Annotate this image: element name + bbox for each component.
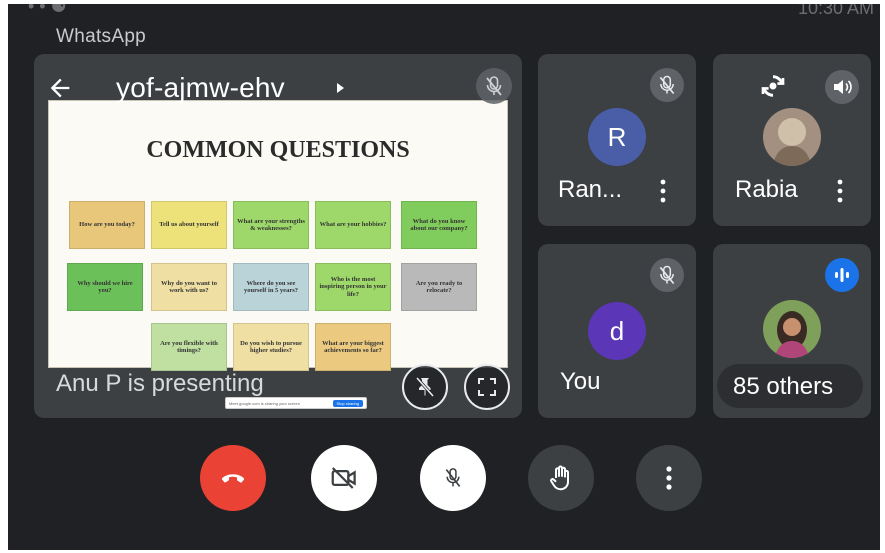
mic-off-icon [486, 76, 502, 96]
hang-up-icon [221, 474, 245, 483]
switch-camera-icon[interactable] [757, 70, 789, 102]
camera-off-icon [331, 467, 356, 489]
question-card: Do you wish to pursue higher studies? [233, 323, 309, 371]
participant-muted-indicator [650, 68, 684, 102]
question-card: Tell us about yourself [151, 201, 227, 249]
app-label: WhatsApp [56, 26, 147, 47]
question-card: What are your biggest achievements so fa… [315, 323, 391, 371]
question-card: What are your strengths & weaknesses? [233, 201, 309, 249]
participant-tile[interactable]: R Ran... [538, 54, 696, 226]
profile-photo [763, 300, 821, 358]
camera-toggle-button[interactable] [311, 445, 377, 511]
hand-icon [550, 465, 569, 491]
end-call-button[interactable] [200, 445, 266, 511]
avatar-initial: R [607, 121, 627, 152]
slide-title: COMMON QUESTIONS [146, 137, 410, 163]
avatar: R [588, 108, 646, 166]
others-count-pill: 85 others [717, 364, 863, 408]
others-count: 85 others [733, 373, 834, 400]
question-card: What do you know about our company? [401, 201, 477, 249]
question-card: Why should we hire you? [67, 263, 143, 311]
screen-share-bar: Meet.google.com is sharing your screen S… [225, 397, 367, 409]
question-card: Why do you want to work with us? [151, 263, 227, 311]
meeting-code[interactable]: yof-ajmw-ehv [116, 72, 285, 104]
participant-name: Rabia [735, 176, 798, 203]
screen-share-text: Meet.google.com is sharing your screen [229, 400, 300, 406]
mic-off-icon [445, 468, 461, 487]
presentation-tile[interactable]: COMMON QUESTIONS How are you today? Tell … [34, 54, 522, 418]
stop-sharing-button: Stop sharing [332, 399, 363, 407]
self-muted-indicator [650, 258, 684, 292]
fullscreen-icon [478, 378, 496, 396]
more-options-button[interactable] [636, 445, 702, 511]
question-card: Where do you see yourself in 5 years? [233, 263, 309, 311]
question-card: What are your hobbies? [315, 201, 391, 249]
chevron-right-icon[interactable] [334, 80, 348, 96]
shared-slide: COMMON QUESTIONS How are you today? Tell … [48, 100, 508, 409]
status-indicators: • • ⚈ [28, 4, 67, 16]
speaker-icon[interactable] [825, 70, 859, 104]
avatar [763, 108, 821, 166]
more-options-icon[interactable] [837, 178, 843, 204]
presenter-muted-indicator [476, 68, 512, 104]
profile-photo [763, 108, 821, 166]
participant-name: Ran... [558, 176, 623, 203]
more-vert-icon [666, 466, 672, 490]
back-arrow-icon[interactable] [46, 74, 74, 102]
pin-off-button[interactable] [402, 364, 448, 410]
mic-off-icon [659, 265, 675, 285]
status-clock: 10:30 AM [797, 4, 874, 18]
presenter-label: Anu P is presenting [56, 370, 264, 397]
question-card: Who is the most inspiring person in your… [315, 263, 391, 311]
participant-tile-self[interactable]: d You [538, 244, 696, 418]
avatar [763, 300, 821, 358]
question-card: How are you today? [69, 201, 145, 249]
unpin-icon [415, 377, 435, 397]
participant-name: You [560, 368, 601, 395]
more-options-icon[interactable] [660, 178, 666, 204]
mic-off-icon [659, 75, 675, 95]
meet-screen: • • ⚈ 10:30 AM WhatsApp COMMON QUESTIONS… [8, 4, 880, 550]
avatar: d [588, 302, 646, 360]
avatar-initial: d [609, 315, 625, 346]
participant-tile[interactable]: Rabia [713, 54, 871, 226]
microphone-toggle-button[interactable] [420, 445, 486, 511]
question-card: Are you flexible with timings? [151, 323, 227, 371]
question-card: Are you ready to relocate? [401, 263, 477, 311]
audio-activity-icon [825, 258, 859, 292]
raise-hand-button[interactable] [528, 445, 594, 511]
fullscreen-button[interactable] [464, 364, 510, 410]
others-tile[interactable]: 85 others [713, 244, 871, 418]
